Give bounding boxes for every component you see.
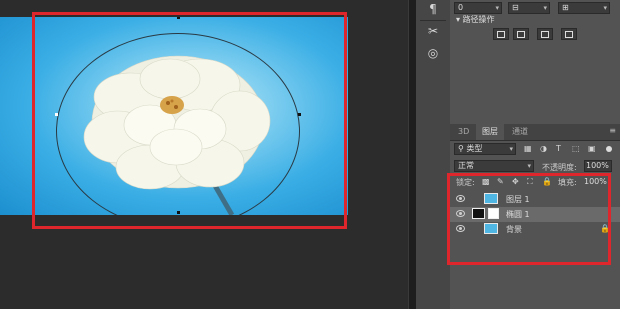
chevron-down-icon: ▾ <box>543 4 547 12</box>
layer-filter-row: ⚲ 类型 ▾ ▦ ◑ T ⬚ ▣ <box>450 141 620 157</box>
path-operations-header: ▾ 路径操作 <box>456 14 495 25</box>
opacity-field[interactable]: 100% <box>584 160 612 172</box>
chevron-down-icon: ▾ <box>527 162 531 170</box>
smart-object-filter-icon[interactable]: ▣ <box>588 144 596 153</box>
filter-kind-label: 类型 <box>466 144 483 153</box>
collapse-arrow-icon[interactable]: ▾ <box>456 15 460 24</box>
blend-row: 正常 ▾ 不透明度: 100% <box>450 158 620 174</box>
align-edges-dropdown[interactable]: ⊟ ▾ <box>508 2 550 14</box>
path-icon[interactable]: ◎ <box>422 44 444 62</box>
filter-toggle-icon[interactable] <box>606 146 612 152</box>
panel-icon-column: ¶ ✂ ◎ <box>416 0 451 309</box>
panel-menu-icon[interactable]: ≡ <box>609 126 616 135</box>
tab-channels[interactable]: 通道 <box>506 124 534 140</box>
blend-mode-value: 正常 <box>458 161 474 170</box>
stroke-width-value: 0 <box>458 3 464 12</box>
highlight-box-layers <box>447 173 611 265</box>
chevron-down-icon: ▾ <box>495 4 499 12</box>
stroke-width-dropdown[interactable]: 0 ▾ <box>454 2 502 14</box>
scissors-icon[interactable]: ✂ <box>422 22 444 40</box>
highlight-box-canvas <box>32 12 347 229</box>
tab-layers[interactable]: 图层 <box>476 124 504 140</box>
paragraph-icon[interactable]: ¶ <box>422 0 444 18</box>
opacity-label: 不透明度: <box>542 163 577 172</box>
adjustment-filter-icon[interactable]: ◑ <box>540 144 547 153</box>
document-canvas[interactable] <box>0 0 408 309</box>
pixel-filter-icon[interactable]: ▦ <box>524 144 532 153</box>
opacity-value: 100% <box>586 161 609 170</box>
tab-3d[interactable]: 3D <box>452 124 475 140</box>
tool-separator <box>420 20 446 21</box>
layers-panel-tabs: 3D 图层 通道 ≡ <box>450 124 620 141</box>
type-filter-icon[interactable]: T <box>556 144 561 153</box>
intersect-shapes-button[interactable] <box>537 28 553 40</box>
chevron-down-icon: ▾ <box>603 4 607 12</box>
filter-kind-dropdown[interactable]: ⚲ 类型 ▾ <box>454 143 516 155</box>
combine-shapes-button[interactable] <box>493 28 509 40</box>
shape-filter-icon[interactable]: ⬚ <box>572 144 580 153</box>
subtract-front-button[interactable] <box>513 28 529 40</box>
arrange-dropdown[interactable]: ⊞ ▾ <box>558 2 610 14</box>
align-icon: ⊟ <box>512 3 519 12</box>
exclude-overlap-button[interactable] <box>561 28 577 40</box>
chevron-down-icon: ▾ <box>509 145 513 153</box>
arrange-icon: ⊞ <box>562 3 569 12</box>
path-operations-label: 路径操作 <box>462 15 495 24</box>
blend-mode-dropdown[interactable]: 正常 ▾ <box>454 160 534 172</box>
